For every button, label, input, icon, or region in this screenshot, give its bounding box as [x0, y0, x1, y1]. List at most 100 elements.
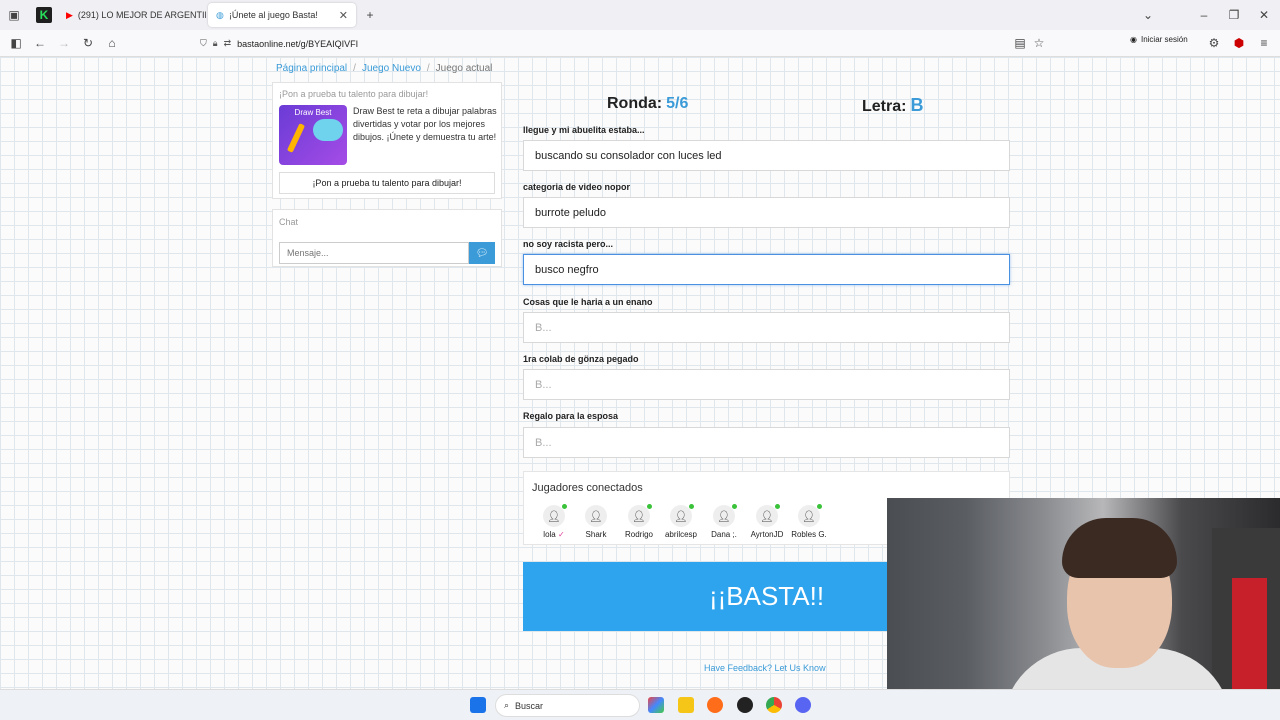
- address-bar[interactable]: ⛉ 🔒︎ ⇄ bastaonline.net/g/BYEAIQIVFI: [200, 33, 1050, 54]
- firefox-icon[interactable]: [707, 697, 723, 713]
- field-label: Regalo para la esposa: [523, 411, 619, 421]
- chat-message-input[interactable]: [279, 242, 469, 264]
- player-item[interactable]: 👤︎ Robles G.: [787, 504, 831, 539]
- signin-label: Iniciar sesión: [1140, 35, 1188, 44]
- round-indicator: Ronda: 5/6: [607, 95, 688, 113]
- tab-basta[interactable]: ◍ ¡Únete al juego Basta! ✕: [208, 3, 356, 27]
- player-item[interactable]: 👤︎ lola ✓: [532, 504, 576, 539]
- breadcrumb-new-game[interactable]: Juego Nuevo: [362, 63, 421, 74]
- answer-input-2[interactable]: [523, 197, 1010, 228]
- chrome-icon[interactable]: [766, 697, 782, 713]
- chevron-down-icon[interactable]: ⌄: [1140, 7, 1156, 23]
- reload-icon[interactable]: ↻: [80, 35, 96, 51]
- tab-overview-icon[interactable]: ▣: [6, 7, 22, 23]
- chat-title: Chat: [279, 217, 299, 227]
- answer-input-6[interactable]: [523, 427, 1010, 458]
- signin-button[interactable]: ◉ Iniciar sesión: [1130, 35, 1188, 44]
- avatar: 👤︎: [798, 504, 822, 527]
- player-item[interactable]: 👤︎ AyrtonJD: [745, 504, 789, 539]
- player-name: AyrtonJD: [750, 530, 784, 539]
- sidebar-icon[interactable]: ◧: [8, 35, 24, 51]
- basta-favicon-icon: ◍: [216, 9, 224, 20]
- promo-description: Draw Best te reta a dibujar palabras div…: [353, 106, 497, 142]
- new-tab-icon[interactable]: +: [362, 7, 378, 23]
- player-name: Dana ;.: [711, 530, 737, 539]
- home-icon[interactable]: ⌂: [104, 35, 120, 51]
- online-dot: [647, 504, 652, 509]
- breadcrumb-separator: /: [353, 63, 356, 74]
- cloud-icon: [313, 119, 343, 141]
- avatar: 👤︎: [756, 504, 780, 527]
- search-icon: ⌕: [504, 700, 510, 710]
- breadcrumb-current: Juego actual: [435, 63, 493, 74]
- minimize-icon[interactable]: –: [1196, 7, 1212, 23]
- message-icon: 💬︎: [475, 247, 489, 259]
- players-title: Jugadores conectados: [532, 482, 643, 494]
- maximize-icon[interactable]: ❐: [1226, 7, 1242, 23]
- online-dot: [689, 504, 694, 509]
- avatar: 👤︎: [585, 505, 607, 527]
- avatar: 👤︎: [543, 504, 567, 527]
- close-icon[interactable]: ✕: [339, 9, 348, 22]
- back-icon[interactable]: ←: [32, 35, 48, 51]
- player-name: Robles G.: [791, 530, 827, 539]
- online-dot: [817, 504, 822, 509]
- field-label: Cosas que le haria a un enano: [523, 297, 653, 307]
- browser-toolbar: ◧ ← → ↻ ⌂ ⛉ 🔒︎ ⇄ bastaonline.net/g/BYEAI…: [0, 30, 1280, 57]
- online-dot: [732, 504, 737, 509]
- obs-icon[interactable]: [737, 697, 753, 713]
- url-text[interactable]: bastaonline.net/g/BYEAIQIVFI: [237, 39, 358, 49]
- avatar: 👤︎: [670, 504, 694, 527]
- extensions-icon[interactable]: ⚙: [1206, 35, 1222, 51]
- avatar: 👤︎: [628, 504, 652, 527]
- feedback-link[interactable]: Have Feedback? Let Us Know: [704, 663, 826, 673]
- answer-input-4[interactable]: [523, 312, 1010, 343]
- kick-icon[interactable]: K: [36, 7, 52, 23]
- round-label: Ronda:: [607, 95, 663, 112]
- answer-input-3[interactable]: [523, 254, 1010, 285]
- pencil-icon: [286, 123, 306, 153]
- breadcrumb-home[interactable]: Página principal: [276, 63, 347, 74]
- permissions-icon[interactable]: ⇄: [224, 38, 232, 49]
- player-item[interactable]: 👤︎ Shark: [574, 505, 618, 539]
- discord-icon[interactable]: [795, 697, 811, 713]
- tab-youtube[interactable]: ▶ (291) LO MEJOR DE ARGENTINA ✕: [58, 3, 206, 27]
- shield-extension-icon[interactable]: ⬢: [1231, 35, 1247, 51]
- window-close-icon[interactable]: ✕: [1256, 7, 1272, 23]
- player-name: lola: [543, 530, 556, 539]
- field-label: no soy racista pero...: [523, 239, 614, 249]
- promo-button[interactable]: ¡Pon a prueba tu talento para dibujar!: [279, 172, 495, 194]
- file-explorer-icon[interactable]: [678, 697, 694, 713]
- lock-icon[interactable]: 🔒︎: [213, 38, 218, 49]
- reader-view-icon[interactable]: ▤: [1012, 35, 1028, 51]
- bookmark-star-icon[interactable]: ☆: [1031, 35, 1047, 51]
- breadcrumb: Página principal / Juego Nuevo / Juego a…: [276, 63, 492, 74]
- promo-image[interactable]: Draw Best: [279, 105, 347, 165]
- promo-card: ¡Pon a prueba tu talento para dibujar! D…: [272, 82, 502, 199]
- taskbar-search-label: Buscar: [515, 700, 544, 711]
- menu-icon[interactable]: ≡: [1256, 35, 1272, 51]
- player-item[interactable]: 👤︎ abrilcesp: [659, 504, 703, 539]
- answer-input-5[interactable]: [523, 369, 1010, 400]
- copilot-icon[interactable]: [648, 697, 664, 713]
- player-name: abrilcesp: [664, 530, 697, 539]
- forward-icon[interactable]: →: [56, 35, 72, 51]
- chat-send-button[interactable]: 💬︎: [469, 242, 495, 264]
- taskbar-search[interactable]: ⌕ Buscar: [495, 694, 640, 717]
- avatar: 👤︎: [713, 504, 737, 527]
- youtube-icon: ▶: [66, 9, 73, 20]
- shield-icon[interactable]: ⛉: [200, 38, 207, 49]
- chat-panel: Chat 💬︎: [272, 209, 502, 267]
- windows-start-icon[interactable]: [470, 697, 486, 713]
- account-icon: ◉: [1130, 35, 1137, 44]
- player-item[interactable]: 👤︎ Dana ;.: [702, 504, 746, 539]
- letter-value: B: [910, 95, 924, 115]
- field-label: categoria de video nopor: [523, 182, 631, 192]
- player-item[interactable]: 👤︎ Rodrigo: [617, 504, 661, 539]
- round-value: 5/6: [666, 95, 689, 112]
- webcam-person-hair: [1062, 518, 1177, 578]
- field-label: 1ra colab de gönza pegado: [523, 354, 639, 364]
- tab-label: ¡Únete al juego Basta!: [228, 10, 318, 20]
- webcam-overlay: [887, 498, 1280, 720]
- answer-input-1[interactable]: [523, 140, 1010, 171]
